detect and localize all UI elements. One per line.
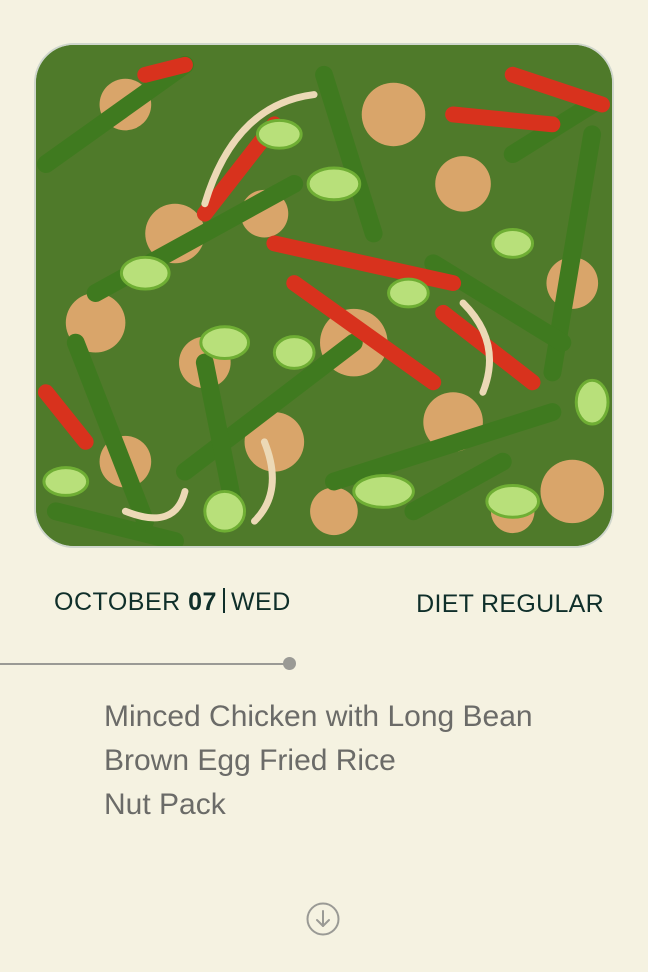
date-month: OCTOBER: [54, 588, 181, 616]
menu-item: Nut Pack: [104, 788, 226, 821]
date-weekday: WED: [230, 588, 291, 616]
arrow-down-circle-icon: [306, 902, 340, 936]
timeline-line: [0, 663, 288, 665]
menu-item: Minced Chicken with Long Bean: [104, 700, 533, 733]
meal-photo-illustration: [36, 45, 612, 546]
date-separator: [222, 588, 225, 613]
meal-date: OCTOBER 07 WED: [54, 588, 291, 617]
timeline-dot: [283, 657, 296, 670]
menu-item: Brown Egg Fried Rice: [104, 744, 396, 777]
date-day: 07: [188, 588, 217, 616]
scroll-down-button[interactable]: [306, 902, 340, 936]
meal-photo: [34, 43, 614, 548]
menu-list: Minced Chicken with Long Bean Brown Egg …: [104, 695, 533, 827]
diet-label: DIET REGULAR: [416, 590, 604, 618]
